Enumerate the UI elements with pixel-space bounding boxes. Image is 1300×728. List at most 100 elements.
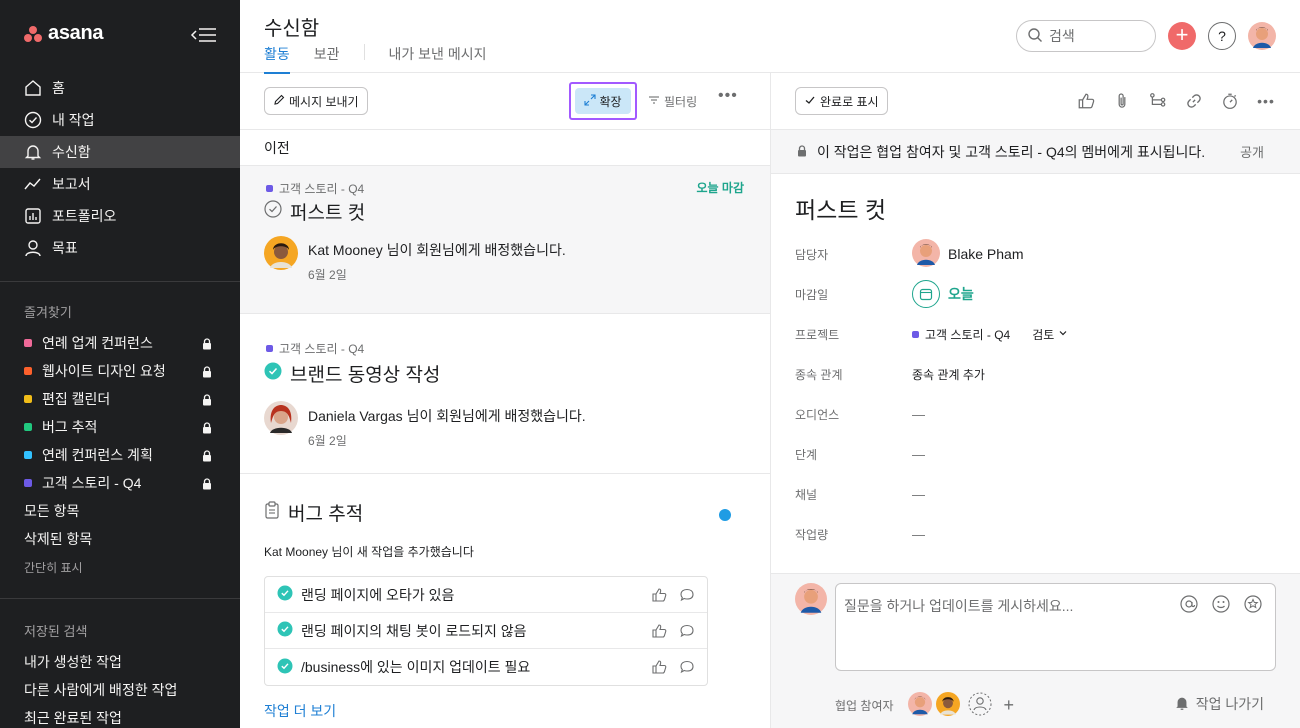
audience-value[interactable]: — bbox=[912, 407, 925, 422]
add-dependency-link[interactable]: 종속 관계 추가 bbox=[912, 366, 985, 383]
stage-value[interactable]: — bbox=[912, 447, 925, 462]
subtask-icon[interactable] bbox=[1148, 91, 1168, 111]
project-color-swatch bbox=[266, 185, 273, 192]
nav-label: 내 작업 bbox=[52, 112, 95, 128]
attachment-icon[interactable] bbox=[1112, 91, 1132, 111]
mention-icon[interactable] bbox=[1179, 594, 1199, 619]
asana-logo[interactable]: asana bbox=[24, 22, 104, 45]
task-title-text: 브랜드 동영상 작성 bbox=[290, 365, 441, 386]
saved-search-item[interactable]: 다른 사람에게 배정한 작업 bbox=[0, 676, 240, 704]
task-title[interactable]: 브랜드 동영상 작성 bbox=[264, 360, 440, 387]
tab-sent-messages[interactable]: 내가 보낸 메시지 bbox=[389, 44, 487, 74]
field-label: 채널 bbox=[795, 487, 818, 502]
comment-input[interactable]: 질문을 하거나 업데이트를 게시하세요... bbox=[835, 583, 1276, 671]
nav-item-my-tasks[interactable]: 내 작업 bbox=[0, 104, 240, 136]
logo-text: asana bbox=[48, 22, 104, 44]
completed-check-icon[interactable] bbox=[277, 658, 293, 677]
add-collaborator-avatar-icon[interactable] bbox=[968, 692, 992, 719]
send-message-button[interactable]: 메시지 보내기 bbox=[264, 87, 368, 115]
project-tag[interactable]: 고객 스토리 - Q4 bbox=[266, 180, 364, 197]
see-more-tasks-link[interactable]: 작업 더 보기 bbox=[264, 701, 336, 721]
task-title[interactable]: 퍼스트 컷 bbox=[264, 198, 365, 225]
task-row[interactable]: 랜딩 페이지의 채팅 봇이 로드되지 않음 bbox=[265, 613, 707, 649]
thumbs-up-icon[interactable] bbox=[651, 659, 667, 678]
saved-search-heading[interactable]: 저장된 검색 bbox=[24, 621, 87, 640]
assignee-value[interactable]: Blake Pham bbox=[912, 238, 1023, 270]
nav-item-reports[interactable]: 보고서 bbox=[0, 168, 240, 200]
task-title[interactable]: 퍼스트 컷 bbox=[795, 191, 886, 225]
user-avatar[interactable] bbox=[1248, 22, 1276, 55]
collaborator-avatar[interactable] bbox=[935, 692, 960, 719]
completed-check-icon[interactable] bbox=[264, 362, 282, 386]
leave-task-button[interactable]: 작업 나가기 bbox=[1174, 694, 1264, 714]
make-public-button[interactable]: 공개 bbox=[1240, 142, 1264, 161]
task-row[interactable]: 랜딩 페이지에 오타가 있음 bbox=[265, 577, 707, 613]
thumbs-up-icon[interactable] bbox=[1076, 91, 1096, 111]
comment-icon[interactable] bbox=[679, 659, 695, 678]
more-options-icon[interactable]: ••• bbox=[1256, 91, 1276, 111]
saved-search-item[interactable]: 내가 생성한 작업 bbox=[0, 648, 240, 676]
favorite-project[interactable]: 고객 스토리 - Q4 bbox=[0, 469, 240, 497]
favorite-project[interactable]: 연례 컨퍼런스 계획 bbox=[0, 441, 240, 469]
completed-check-icon[interactable] bbox=[277, 621, 293, 640]
favorite-project[interactable]: 웹사이트 디자인 요청 bbox=[0, 357, 240, 385]
nav-item-portfolio[interactable]: 포트폴리오 bbox=[0, 200, 240, 232]
help-button[interactable]: ? bbox=[1208, 22, 1236, 50]
project-chip[interactable]: 고객 스토리 - Q4 bbox=[912, 326, 1010, 343]
timer-icon[interactable] bbox=[1220, 91, 1240, 111]
actor-name[interactable]: Kat Mooney bbox=[264, 545, 328, 559]
section-dropdown[interactable]: 검토 bbox=[1032, 326, 1068, 343]
nav-item-inbox[interactable]: 수신함 bbox=[0, 136, 240, 168]
actor-avatar[interactable] bbox=[264, 236, 298, 275]
nav-item-goals[interactable]: 목표 bbox=[0, 232, 240, 264]
project-title[interactable]: 버그 추적 bbox=[264, 499, 363, 526]
tab-archive[interactable]: 보관 bbox=[314, 44, 340, 74]
comment-icon[interactable] bbox=[679, 623, 695, 642]
search-input[interactable]: 검색 bbox=[1016, 20, 1156, 52]
actor-name[interactable]: Kat Mooney bbox=[308, 242, 383, 258]
filter-button[interactable]: 필터링 bbox=[648, 93, 697, 110]
all-items-link[interactable]: 모든 항목 bbox=[0, 497, 240, 525]
search-placeholder: 검색 bbox=[1049, 28, 1075, 44]
actor-name[interactable]: Daniela Vargas bbox=[308, 408, 403, 424]
expand-button[interactable]: 확장 bbox=[575, 88, 631, 114]
actor-avatar[interactable] bbox=[264, 401, 298, 440]
comment-icon[interactable] bbox=[679, 587, 695, 606]
chevron-down-icon bbox=[1058, 327, 1068, 341]
project-tag[interactable]: 고객 스토리 - Q4 bbox=[266, 340, 364, 357]
collapse-sidebar-icon[interactable] bbox=[190, 24, 218, 46]
compact-view-toggle[interactable]: 간단히 표시 bbox=[0, 553, 240, 581]
star-icon[interactable] bbox=[1243, 594, 1263, 619]
inbox-card[interactable]: 고객 스토리 - Q4 오늘 마감 퍼스트 컷 Kat Mooney 님이 회원… bbox=[240, 166, 770, 314]
link-icon[interactable] bbox=[1184, 91, 1204, 111]
more-options-icon[interactable]: ••• bbox=[718, 87, 738, 105]
check-circle-icon[interactable] bbox=[264, 199, 282, 224]
due-date-value[interactable]: 오늘 bbox=[912, 280, 974, 308]
section-label: 검토 bbox=[1032, 327, 1055, 342]
add-collaborator-plus-icon[interactable]: + bbox=[1004, 695, 1015, 716]
favorites-heading[interactable]: 즐겨찾기 bbox=[24, 302, 72, 321]
field-label: 종속 관계 bbox=[795, 367, 843, 382]
collaborator-avatar[interactable] bbox=[907, 692, 932, 719]
mark-complete-button[interactable]: 완료로 표시 bbox=[795, 87, 888, 115]
emoji-icon[interactable] bbox=[1211, 594, 1231, 619]
detail-toolbar: 완료로 표시 ••• bbox=[771, 73, 1300, 130]
saved-search-item[interactable]: 최근 완료된 작업 bbox=[0, 704, 240, 728]
task-row[interactable]: /business에 있는 이미지 업데이트 필요 bbox=[265, 649, 707, 685]
project-color-swatch bbox=[24, 395, 32, 403]
favorite-project[interactable]: 연례 업계 컨퍼런스 bbox=[0, 329, 240, 357]
field-audience: 오디언스 — bbox=[795, 398, 1275, 430]
channel-value[interactable]: — bbox=[912, 487, 925, 502]
thumbs-up-icon[interactable] bbox=[651, 623, 667, 642]
workload-value[interactable]: — bbox=[912, 527, 925, 542]
inbox-card[interactable]: 고객 스토리 - Q4 브랜드 동영상 작성 Daniela Vargas 님이… bbox=[240, 314, 770, 474]
completed-check-icon[interactable] bbox=[277, 585, 293, 604]
project-color-swatch bbox=[24, 479, 32, 487]
favorite-project[interactable]: 편집 캘린더 bbox=[0, 385, 240, 413]
deleted-items-link[interactable]: 삭제된 항목 bbox=[0, 525, 240, 553]
thumbs-up-icon[interactable] bbox=[651, 587, 667, 606]
create-plus-button[interactable]: + bbox=[1168, 22, 1196, 50]
favorite-project[interactable]: 버그 추적 bbox=[0, 413, 240, 441]
tab-activity[interactable]: 활동 bbox=[264, 44, 290, 74]
nav-item-home[interactable]: 홈 bbox=[0, 72, 240, 104]
